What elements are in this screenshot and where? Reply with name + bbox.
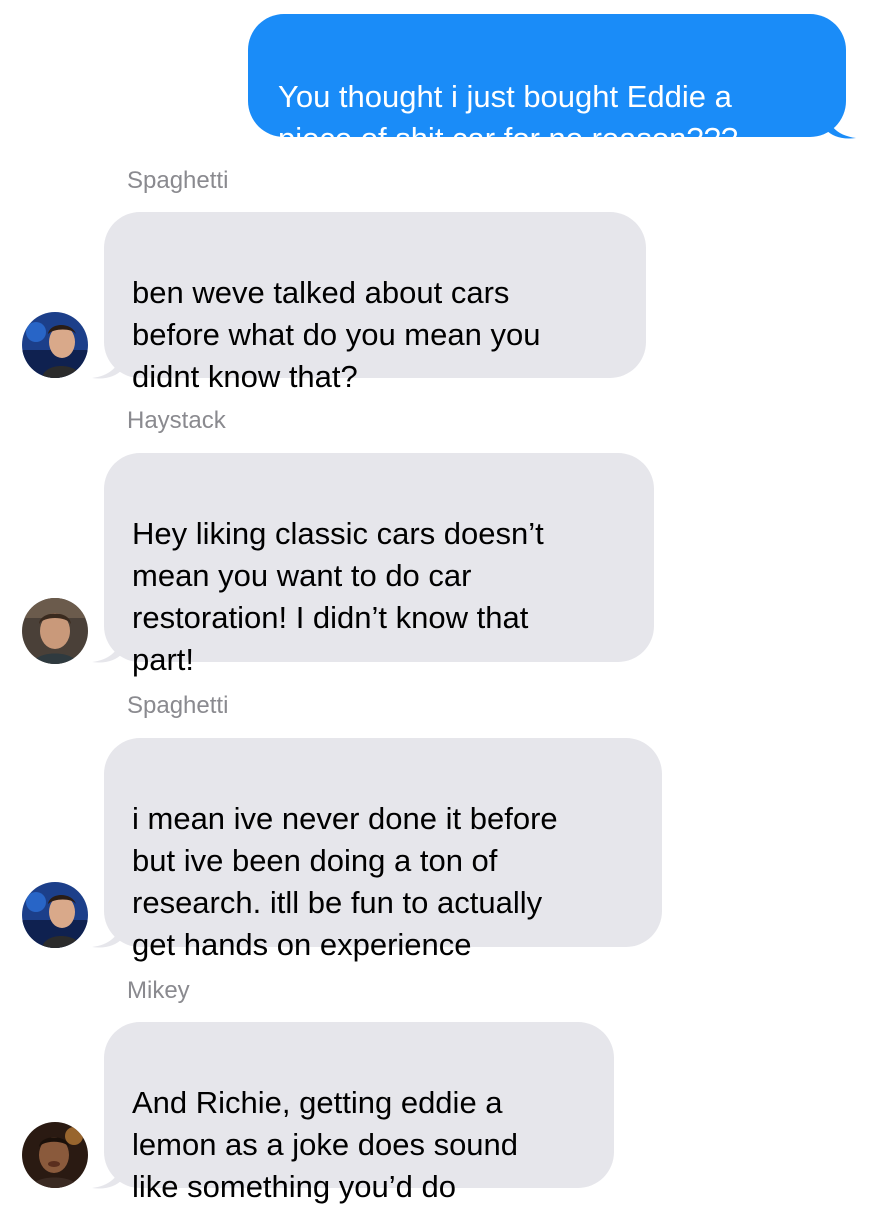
bubble-tail-icon <box>92 634 122 663</box>
sender-name: Spaghetti <box>127 167 229 194</box>
message-text: i mean ive never done it before but ive … <box>132 801 558 962</box>
avatar[interactable] <box>22 598 88 664</box>
avatar[interactable] <box>22 882 88 948</box>
sent-message-bubble[interactable]: You thought i just bought Eddie a piece … <box>248 14 846 156</box>
sender-name: Spaghetti <box>127 692 229 719</box>
avatar-photo-icon <box>22 598 88 664</box>
avatar-photo-icon <box>22 882 88 948</box>
message-text: You thought i just bought Eddie a piece … <box>278 79 739 156</box>
received-message-bubble[interactable]: Hey liking classic cars doesn’t mean you… <box>104 453 654 677</box>
avatar[interactable] <box>22 1122 88 1188</box>
bubble-tail-icon <box>92 919 122 948</box>
received-message-bubble[interactable]: And Richie, getting eddie a lemon as a j… <box>104 1022 614 1204</box>
avatar-photo-icon <box>22 1122 88 1188</box>
sender-name: Mikey <box>127 977 190 1004</box>
sender-name: Haystack <box>127 407 226 434</box>
message-text: And Richie, getting eddie a lemon as a j… <box>132 1085 519 1204</box>
avatar-photo-icon <box>22 312 88 378</box>
bubble-tail-icon <box>92 350 122 379</box>
message-text: Hey liking classic cars doesn’t mean you… <box>132 516 544 677</box>
avatar[interactable] <box>22 312 88 378</box>
message-text: ben weve talked about cars before what d… <box>132 275 541 394</box>
bubble-tail-icon <box>92 1160 122 1189</box>
received-message-bubble[interactable]: i mean ive never done it before but ive … <box>104 738 662 962</box>
bubble-tail-icon <box>826 110 856 139</box>
received-message-bubble[interactable]: ben weve talked about cars before what d… <box>104 212 646 394</box>
